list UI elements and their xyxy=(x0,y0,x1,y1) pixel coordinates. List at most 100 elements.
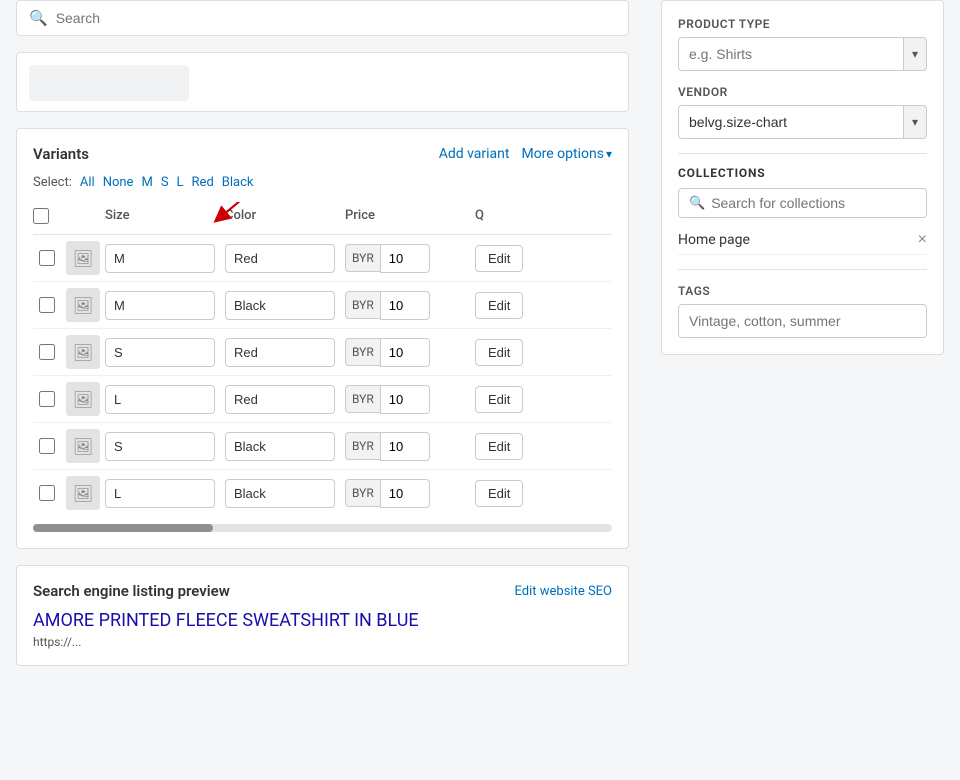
price-input[interactable] xyxy=(380,244,430,273)
variants-card: Variants Add variant More options ▾ Sele… xyxy=(16,128,629,549)
collections-search-container[interactable]: 🔍 xyxy=(678,188,927,218)
collection-tags-list: Home page × xyxy=(678,226,927,255)
row-color-cell xyxy=(225,291,345,320)
collections-search-input[interactable] xyxy=(711,195,916,211)
select-m[interactable]: M xyxy=(141,175,152,190)
product-type-select-btn[interactable]: ▾ xyxy=(903,37,927,71)
size-input[interactable] xyxy=(105,432,215,461)
row-color-cell xyxy=(225,385,345,414)
size-input[interactable] xyxy=(105,244,215,273)
color-input[interactable] xyxy=(225,385,335,414)
image-placeholder: 🖼 xyxy=(66,241,100,275)
edit-button[interactable]: Edit xyxy=(475,386,523,413)
row-checkbox-1[interactable] xyxy=(39,297,55,313)
search-bar[interactable]: 🔍 xyxy=(16,0,629,36)
chevron-down-icon: ▾ xyxy=(606,147,612,161)
variants-table-rows: 🖼 BYR Edit 🖼 BYR xyxy=(33,235,612,516)
image-icon: 🖼 xyxy=(73,484,93,503)
row-checkbox-2[interactable] xyxy=(39,344,55,360)
seo-title: Search engine listing preview xyxy=(33,582,230,600)
row-price-cell: BYR xyxy=(345,432,475,461)
size-input[interactable] xyxy=(105,291,215,320)
remove-collection-button[interactable]: × xyxy=(918,232,927,248)
select-none[interactable]: None xyxy=(103,175,134,190)
image-placeholder: 🖼 xyxy=(66,429,100,463)
row-edit-cell: Edit xyxy=(475,433,535,460)
tags-input[interactable] xyxy=(678,304,927,338)
price-prefix: BYR xyxy=(345,244,380,272)
price-input[interactable] xyxy=(380,291,430,320)
row-checkbox-cell xyxy=(33,391,61,407)
color-input[interactable] xyxy=(225,244,335,273)
row-image-cell: 🖼 xyxy=(61,382,105,416)
seo-url: https://... xyxy=(33,635,612,649)
row-checkbox-5[interactable] xyxy=(39,485,55,501)
add-variant-link[interactable]: Add variant xyxy=(439,146,510,162)
seo-product-title: AMORE PRINTED FLEECE SWEATSHIRT IN BLUE xyxy=(33,610,612,631)
price-prefix: BYR xyxy=(345,291,380,319)
select-all-checkbox[interactable] xyxy=(33,208,49,224)
select-black[interactable]: Black xyxy=(222,175,254,190)
color-input[interactable] xyxy=(225,291,335,320)
row-checkbox-cell xyxy=(33,250,61,266)
select-l[interactable]: L xyxy=(177,175,184,190)
variants-actions: Add variant More options ▾ xyxy=(439,146,612,162)
image-placeholder: 🖼 xyxy=(66,476,100,510)
top-placeholder-card xyxy=(16,52,629,112)
product-type-section: PRODUCT TYPE ▾ xyxy=(678,17,927,71)
color-input[interactable] xyxy=(225,479,335,508)
row-checkbox-0[interactable] xyxy=(39,250,55,266)
scroll-thumb[interactable] xyxy=(33,524,213,532)
size-input[interactable] xyxy=(105,338,215,367)
select-all[interactable]: All xyxy=(80,175,95,190)
price-prefix: BYR xyxy=(345,432,380,460)
chevron-down-icon: ▾ xyxy=(912,47,918,61)
row-size-cell xyxy=(105,385,225,414)
price-input[interactable] xyxy=(380,432,430,461)
vendor-select-btn[interactable]: ▾ xyxy=(903,105,927,139)
edit-button[interactable]: Edit xyxy=(475,433,523,460)
row-checkbox-cell xyxy=(33,438,61,454)
image-icon: 🖼 xyxy=(73,343,93,362)
collections-title: COLLECTIONS xyxy=(678,166,927,180)
edit-button[interactable]: Edit xyxy=(475,292,523,319)
row-image-cell: 🖼 xyxy=(61,429,105,463)
row-checkbox-4[interactable] xyxy=(39,438,55,454)
edit-button[interactable]: Edit xyxy=(475,480,523,507)
header-size: Size xyxy=(105,208,225,228)
edit-seo-link[interactable]: Edit website SEO xyxy=(515,584,613,599)
color-input[interactable] xyxy=(225,432,335,461)
price-input[interactable] xyxy=(380,385,430,414)
row-size-cell xyxy=(105,432,225,461)
select-red[interactable]: Red xyxy=(192,175,214,190)
header-qty: Q xyxy=(475,208,535,228)
edit-button[interactable]: Edit xyxy=(475,339,523,366)
search-input[interactable] xyxy=(56,10,616,26)
row-checkbox-cell xyxy=(33,297,61,313)
scroll-track[interactable] xyxy=(33,524,612,532)
row-price-cell: BYR xyxy=(345,244,475,273)
row-checkbox-3[interactable] xyxy=(39,391,55,407)
price-input[interactable] xyxy=(380,338,430,367)
size-input[interactable] xyxy=(105,385,215,414)
image-placeholder: 🖼 xyxy=(66,335,100,369)
product-type-input[interactable] xyxy=(678,37,903,71)
more-options-link[interactable]: More options ▾ xyxy=(521,146,612,162)
select-s[interactable]: S xyxy=(161,175,169,190)
table-row: 🖼 BYR Edit xyxy=(33,282,612,329)
tags-title: TAGS xyxy=(678,284,927,298)
variants-header: Variants Add variant More options ▾ xyxy=(33,145,612,163)
collection-tag-item: Home page × xyxy=(678,226,927,255)
table-row: 🖼 BYR Edit xyxy=(33,470,612,516)
vendor-input[interactable] xyxy=(678,105,903,139)
price-input[interactable] xyxy=(380,479,430,508)
table-header-container: Size Color Price Q xyxy=(33,202,612,235)
row-edit-cell: Edit xyxy=(475,339,535,366)
right-sidebar-card: PRODUCT TYPE ▾ Vendor ▾ xyxy=(661,0,944,355)
row-image-cell: 🖼 xyxy=(61,241,105,275)
size-input[interactable] xyxy=(105,479,215,508)
edit-button[interactable]: Edit xyxy=(475,245,523,272)
color-input[interactable] xyxy=(225,338,335,367)
vendor-input-group: ▾ xyxy=(678,105,927,139)
image-placeholder: 🖼 xyxy=(66,288,100,322)
